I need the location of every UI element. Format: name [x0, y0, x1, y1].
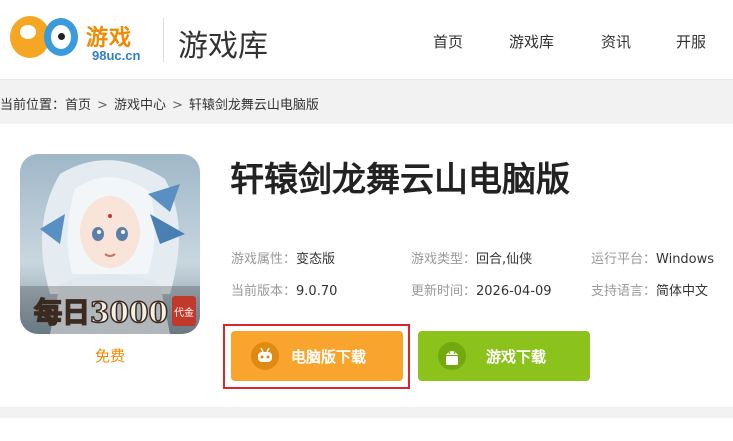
logo-domain-text: 98uc.cn	[92, 48, 141, 63]
attr-label: 当前版本：	[231, 284, 297, 299]
breadcrumb-prefix: 当前位置：	[0, 98, 66, 113]
attr-value: 9.0.70	[296, 284, 338, 299]
game-detail-card: 每日3000 代金 免费 轩辕剑龙舞云山电脑版 游戏属性：变态版 游戏类型：回合…	[0, 124, 733, 407]
attr-label: 运行平台：	[591, 252, 657, 267]
nav-item-news[interactable]: 资讯	[601, 31, 631, 52]
game-cover-image: 每日3000 代金	[20, 154, 200, 334]
breadcrumb: 当前位置：首页 > 游戏中心 > 轩辕剑龙舞云山电脑版	[0, 94, 319, 113]
game-title: 轩辕剑龙舞云山电脑版	[230, 160, 570, 200]
highlight-box	[223, 324, 410, 389]
attr-value: 变态版	[296, 252, 336, 267]
site-header: 游戏 98uc.cn 游戏库 首页 游戏库 资讯 开服	[0, 0, 733, 80]
nav-item-home[interactable]: 首页	[433, 31, 463, 52]
breadcrumb-separator: >	[171, 98, 183, 113]
nav-item-server-open[interactable]: 开服	[676, 31, 706, 52]
attr-label: 游戏类型：	[411, 252, 477, 267]
site-logo[interactable]: 游戏 98uc.cn	[10, 12, 150, 68]
price-label: 免费	[94, 347, 125, 365]
attr-label: 更新时间：	[411, 284, 477, 299]
attr-version: 当前版本：9.0.70	[231, 280, 337, 299]
breadcrumb-game-center-link[interactable]: 游戏中心	[114, 98, 166, 113]
attr-value: 回合,仙侠	[476, 252, 533, 267]
attr-language: 支持语言：简体中文	[591, 280, 708, 299]
page-section-title: 游戏库	[178, 29, 268, 64]
game-download-label: 游戏下载	[486, 348, 547, 366]
logo-eight-mark	[44, 18, 78, 56]
cover-badge-text: 每日3000	[34, 296, 168, 329]
game-cover-illustration: 每日3000 代金	[20, 154, 200, 334]
game-download-button[interactable]: 游戏下载	[418, 331, 590, 381]
android-icon	[438, 342, 466, 370]
attr-label: 支持语言：	[591, 284, 657, 299]
header-divider	[163, 18, 164, 62]
breadcrumb-home-link[interactable]: 首页	[65, 98, 91, 113]
attr-update-time: 更新时间：2026-04-09	[411, 280, 552, 299]
attr-value: Windows	[656, 252, 715, 267]
attr-label: 游戏属性：	[231, 252, 297, 267]
next-section-card	[0, 418, 733, 441]
attr-game-type: 游戏类型：回合,仙侠	[411, 248, 532, 267]
attr-game-property: 游戏属性：变态版	[231, 248, 335, 267]
breadcrumb-separator: >	[97, 98, 108, 113]
cover-badge-subtext: 代金	[174, 306, 194, 319]
attr-value: 2026-04-09	[476, 284, 552, 299]
breadcrumb-current-page[interactable]: 轩辕剑龙舞云山电脑版	[189, 98, 319, 113]
attr-value: 简体中文	[656, 284, 709, 299]
attr-platform: 运行平台：Windows	[591, 248, 714, 267]
nav-item-game-library[interactable]: 游戏库	[509, 31, 554, 52]
